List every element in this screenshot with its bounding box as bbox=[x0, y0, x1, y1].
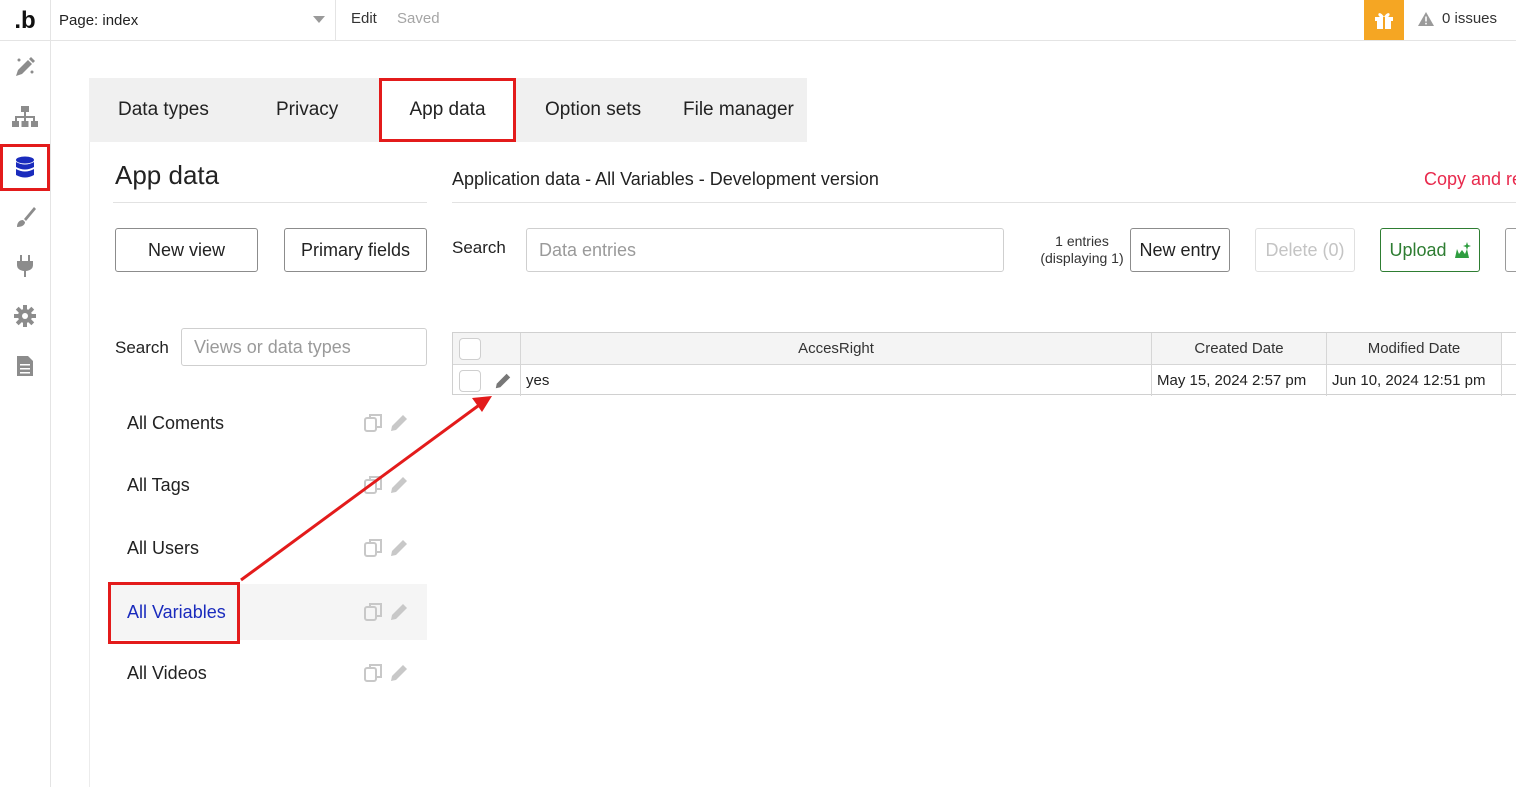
annotation-arrow bbox=[240, 396, 492, 582]
